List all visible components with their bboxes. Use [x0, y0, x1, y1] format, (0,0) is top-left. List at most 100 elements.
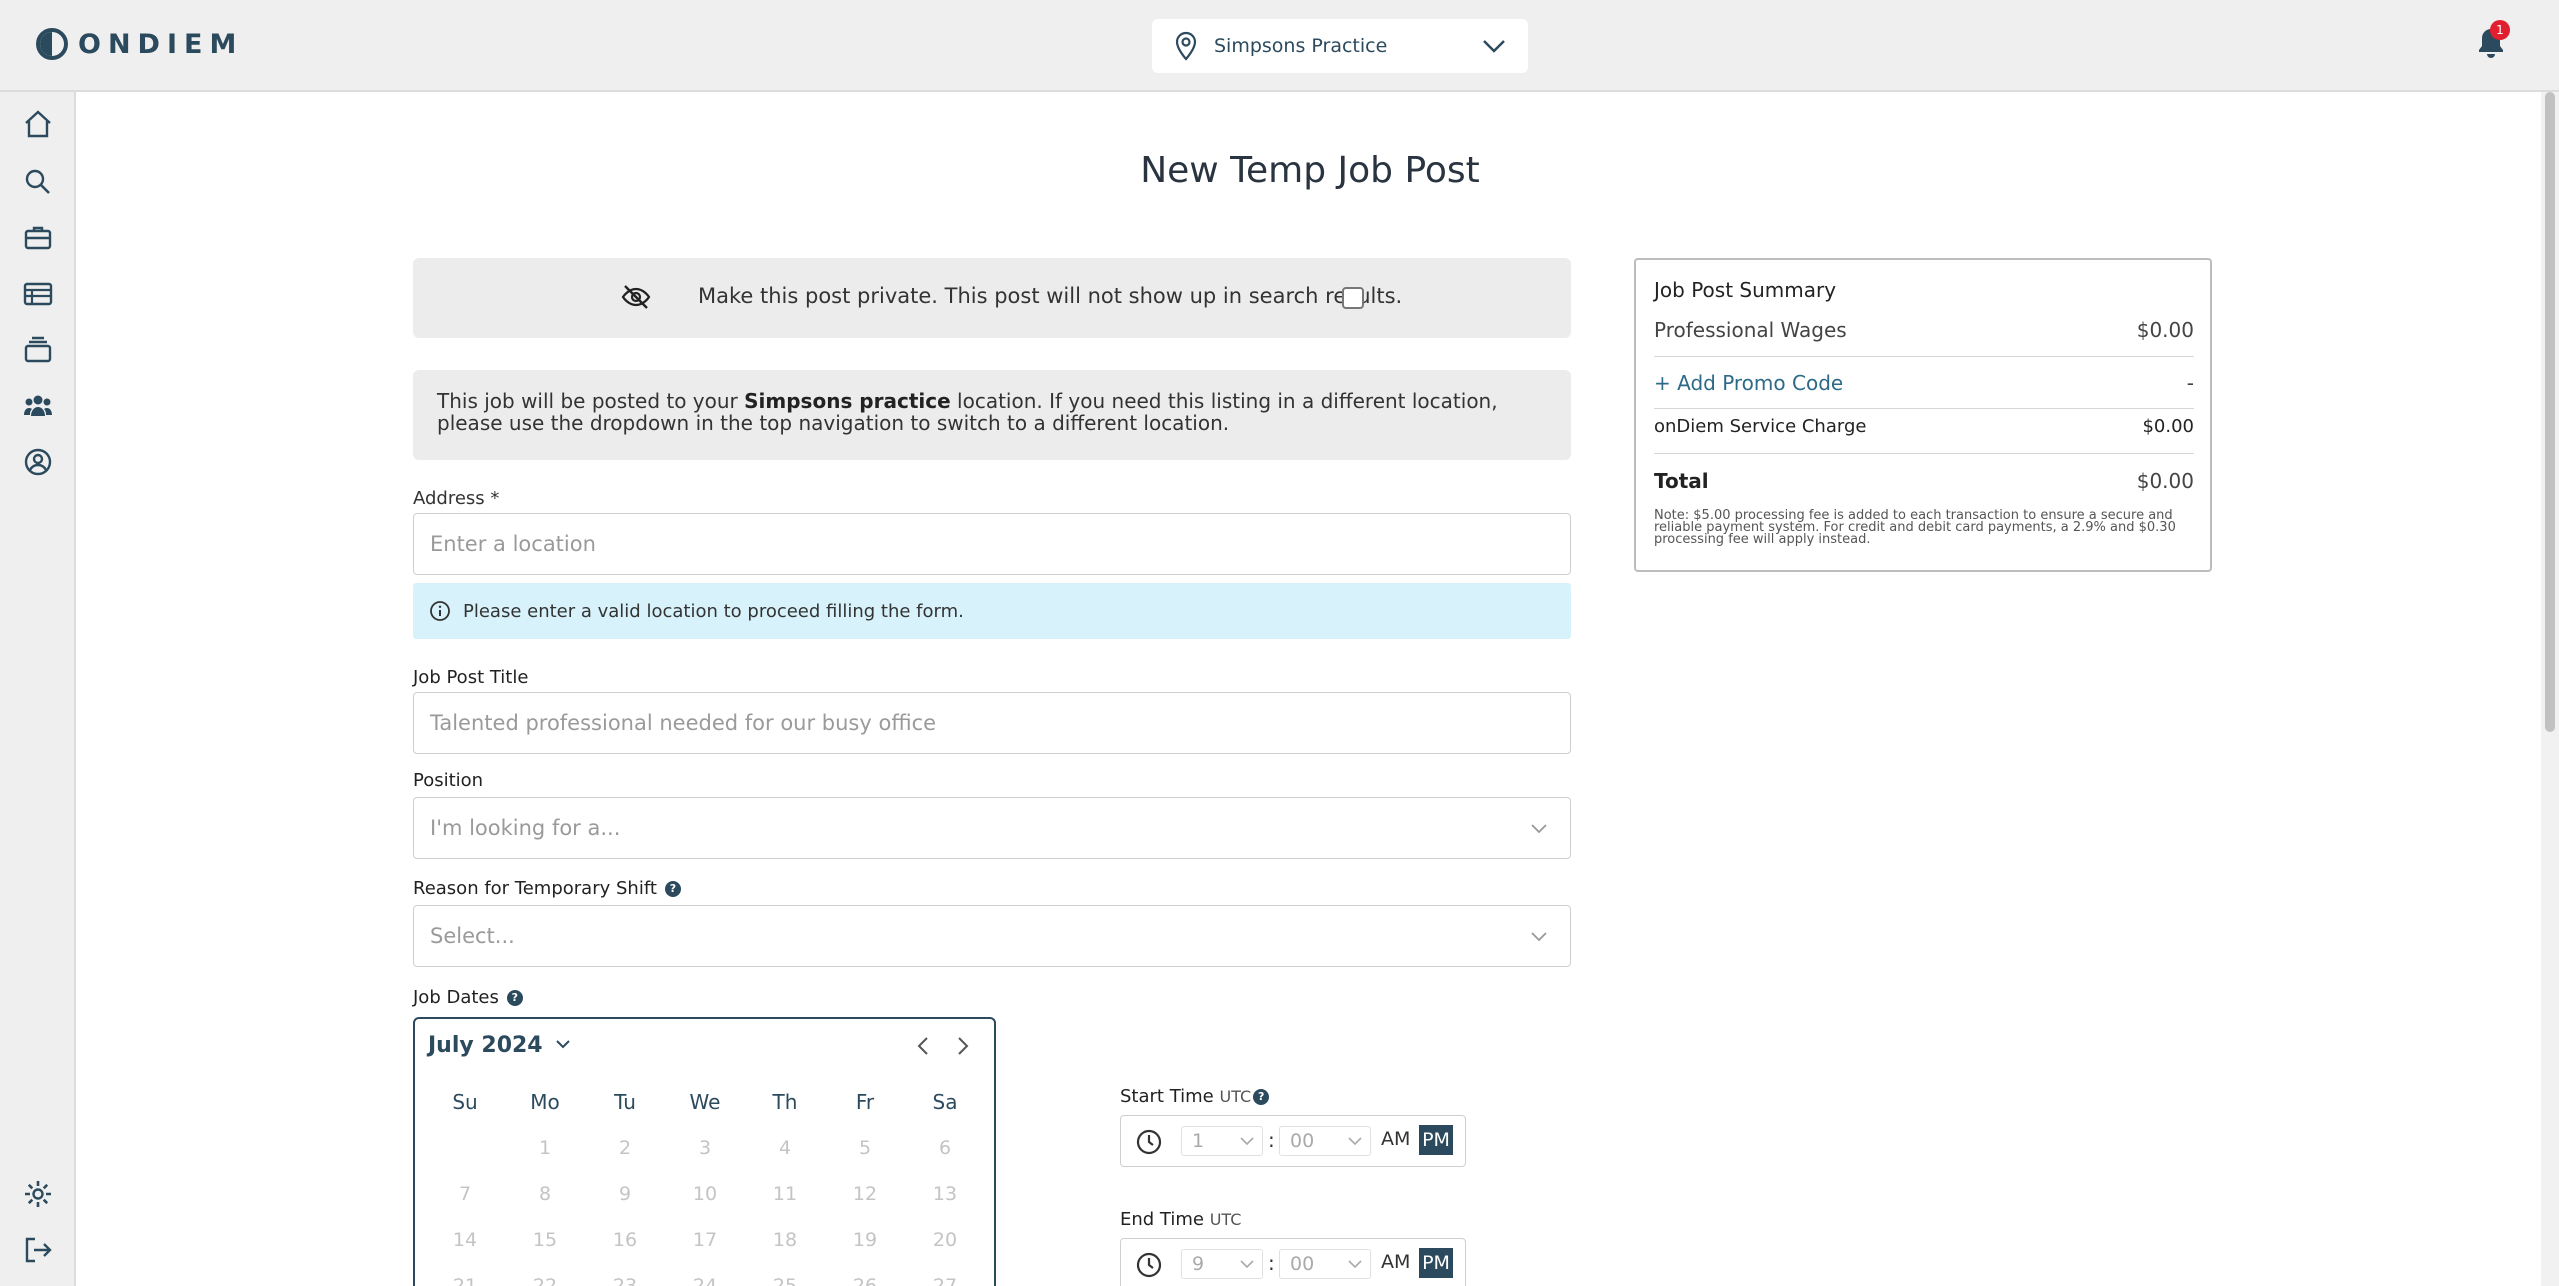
private-post-checkbox[interactable]	[1342, 287, 1364, 309]
summary-promo-row: + Add Promo Code -	[1654, 371, 2194, 395]
sidebar-item-layers[interactable]	[20, 332, 56, 368]
service-value: $0.00	[2142, 416, 2194, 437]
calendar-day[interactable]: 22	[505, 1275, 585, 1286]
calendar-day[interactable]: 8	[505, 1183, 585, 1205]
calendar-day[interactable]: 10	[665, 1183, 745, 1205]
calendar-day[interactable]: 16	[585, 1229, 665, 1251]
calendar-weekday: Mo	[530, 1090, 560, 1114]
sidebar-item-jobs[interactable]	[20, 220, 56, 256]
clock-icon	[1136, 1252, 1162, 1278]
reason-help-icon[interactable]: ?	[664, 881, 681, 897]
calendar-weekday: Sa	[932, 1090, 958, 1114]
calendar-day[interactable]: 14	[425, 1229, 505, 1251]
calendar-day[interactable]: 23	[585, 1275, 665, 1286]
calendar-month-label: July 2024	[428, 1033, 543, 1058]
end-time-picker: 9 : 00 AM PM	[1120, 1238, 1466, 1286]
calendar-day[interactable]: 1	[505, 1137, 585, 1159]
calendar-day[interactable]: 7	[425, 1183, 505, 1205]
date-calendar: July 2024 Su Mo Tu We Th Fr Sa 1 2 3 4 5 6 7 8 9 10 11 12 1…	[413, 1017, 996, 1286]
start-time-label-text: Start Time	[1120, 1086, 1214, 1107]
start-hour-select[interactable]: 1	[1181, 1126, 1263, 1156]
location-select[interactable]: Simpsons Practice	[1152, 19, 1528, 73]
calendar-day[interactable]: 11	[745, 1183, 825, 1205]
scrollbar-thumb[interactable]	[2545, 92, 2555, 732]
sidebar-item-search[interactable]	[20, 164, 56, 200]
calendar-day[interactable]: 6	[905, 1137, 985, 1159]
chevron-down-icon	[1348, 1137, 1362, 1146]
location-select-label: Simpsons Practice	[1214, 35, 1388, 57]
job-title-label: Job Post Title	[413, 667, 529, 688]
notification-badge: 1	[2490, 20, 2510, 40]
logo[interactable]: ONDIEM	[36, 28, 243, 60]
calendar-week-row: 7 8 9 10 11 12 13	[425, 1171, 985, 1217]
chevron-down-icon	[1240, 1137, 1254, 1146]
start-am-toggle[interactable]: AM	[1381, 1128, 1410, 1150]
job-title-input[interactable]: Talented professional needed for our bus…	[413, 692, 1571, 754]
page-scrollbar[interactable]	[2541, 92, 2559, 1286]
end-hour-select[interactable]: 9	[1181, 1249, 1263, 1279]
wages-value: $0.00	[2136, 318, 2194, 342]
service-label: onDiem Service Charge	[1654, 416, 1867, 437]
calendar-month-select[interactable]: July 2024	[428, 1033, 571, 1058]
private-post-text: Make this post private. This post will n…	[698, 284, 1403, 308]
summary-divider	[1654, 453, 2194, 454]
calendar-day[interactable]: 20	[905, 1229, 985, 1251]
calendar-prev-month-icon[interactable]	[913, 1035, 935, 1057]
end-am-toggle[interactable]: AM	[1381, 1251, 1410, 1273]
calendar-day[interactable]: 25	[745, 1275, 825, 1286]
sidebar-item-team[interactable]	[20, 388, 56, 424]
start-pm-toggle[interactable]: PM	[1419, 1125, 1453, 1155]
job-post-summary: Job Post Summary Professional Wages $0.0…	[1634, 258, 2212, 572]
calendar-day[interactable]: 4	[745, 1137, 825, 1159]
team-icon	[24, 395, 52, 416]
summary-divider	[1654, 356, 2194, 357]
address-input[interactable]: Enter a location	[413, 513, 1571, 575]
calendar-weekday: Tu	[614, 1090, 636, 1114]
start-time-help-icon[interactable]: ?	[1253, 1089, 1270, 1105]
calendar-day[interactable]: 3	[665, 1137, 745, 1159]
start-time-tz: UTC	[1219, 1087, 1252, 1106]
end-minute-value: 00	[1290, 1253, 1315, 1275]
end-minute-select[interactable]: 00	[1279, 1249, 1371, 1279]
calendar-day[interactable]: 21	[425, 1275, 505, 1286]
position-select[interactable]: I'm looking for a...	[413, 797, 1571, 859]
calendar-day[interactable]: 19	[825, 1229, 905, 1251]
sidebar-item-table[interactable]	[20, 276, 56, 312]
sidebar-item-profile[interactable]	[20, 444, 56, 480]
calendar-next-month-icon[interactable]	[951, 1035, 973, 1057]
reason-select[interactable]: Select...	[413, 905, 1571, 967]
logo-text: ONDIEM	[78, 28, 244, 60]
calendar-day[interactable]: 9	[585, 1183, 665, 1205]
reason-label-text: Reason for Temporary Shift	[413, 878, 657, 899]
calendar-day[interactable]: 13	[905, 1183, 985, 1205]
calendar-day[interactable]: 5	[825, 1137, 905, 1159]
calendar-weekday-row: Su Mo Tu We Th Fr Sa	[425, 1079, 985, 1125]
eye-off-icon	[621, 285, 651, 309]
total-label: Total	[1654, 469, 1709, 493]
calendar-day[interactable]: 2	[585, 1137, 665, 1159]
time-colon: :	[1268, 1251, 1275, 1275]
start-minute-select[interactable]: 00	[1279, 1126, 1371, 1156]
calendar-week-row: 21 22 23 24 25 26 27	[425, 1263, 985, 1286]
start-minute-value: 00	[1290, 1130, 1315, 1152]
calendar-day[interactable]: 15	[505, 1229, 585, 1251]
sidebar-item-home[interactable]	[20, 106, 56, 142]
briefcase-icon	[24, 226, 52, 250]
calendar-day[interactable]: 17	[665, 1229, 745, 1251]
job-dates-help-icon[interactable]: ?	[506, 990, 523, 1006]
clock-icon	[1136, 1129, 1162, 1155]
sidebar-item-settings[interactable]	[20, 1176, 56, 1212]
calendar-day[interactable]: 27	[905, 1275, 985, 1286]
position-placeholder: I'm looking for a...	[430, 816, 621, 840]
add-promo-code-link[interactable]: + Add Promo Code	[1654, 371, 1843, 395]
address-info-text: Please enter a valid location to proceed…	[463, 600, 964, 622]
calendar-day[interactable]: 26	[825, 1275, 905, 1286]
gear-icon	[25, 1181, 51, 1207]
calendar-day[interactable]: 24	[665, 1275, 745, 1286]
end-pm-toggle[interactable]: PM	[1419, 1248, 1453, 1278]
calendar-day[interactable]: 12	[825, 1183, 905, 1205]
sidebar-item-logout[interactable]	[20, 1232, 56, 1268]
position-label: Position	[413, 770, 484, 791]
calendar-day[interactable]: 18	[745, 1229, 825, 1251]
location-notice: This job will be posted to your Simpsons…	[413, 370, 1571, 460]
